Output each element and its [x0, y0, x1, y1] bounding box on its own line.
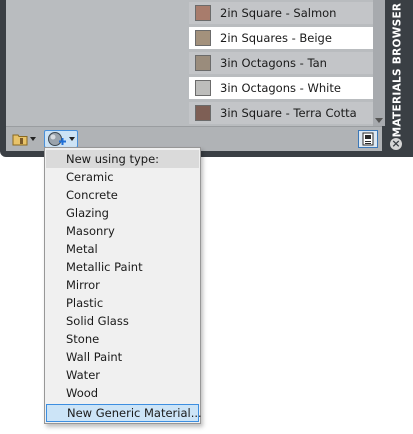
panel-view-icon	[362, 132, 374, 146]
palette-title: MATERIALS BROWSER	[391, 2, 404, 138]
create-material-button[interactable]	[44, 130, 78, 148]
create-material-dropdown-menu: New using type: Ceramic Concrete Glazing…	[44, 147, 202, 424]
menu-item-masonry[interactable]: Masonry	[46, 222, 199, 240]
palette-content: 2in Square - Salmon 2in Squares - Beige …	[6, 0, 385, 151]
chevron-down-icon[interactable]	[69, 137, 75, 141]
material-list: 2in Square - Salmon 2in Squares - Beige …	[189, 0, 373, 126]
material-label: 3in Square - Terra Cotta	[220, 106, 357, 120]
create-material-icon	[48, 132, 66, 146]
menu-item-wall-paint[interactable]: Wall Paint	[46, 348, 199, 366]
menu-item-plastic[interactable]: Plastic	[46, 294, 199, 312]
material-row[interactable]: 3in Octagons - White	[189, 77, 373, 99]
menu-item-water[interactable]: Water	[46, 366, 199, 384]
chevron-down-icon[interactable]	[30, 137, 36, 141]
menu-item-ceramic[interactable]: Ceramic	[46, 168, 199, 186]
materials-browser-palette: 2in Square - Salmon 2in Squares - Beige …	[0, 0, 413, 157]
material-row[interactable]: 3in Square - Terra Cotta	[189, 102, 373, 124]
close-icon[interactable]	[390, 138, 402, 150]
material-swatch	[195, 105, 211, 121]
material-row[interactable]: 3in Octagons - Tan	[189, 52, 373, 74]
library-folder-button[interactable]	[12, 130, 38, 148]
folder-icon	[12, 134, 28, 146]
scroll-down-arrow-icon[interactable]	[375, 118, 383, 123]
material-label: 3in Octagons - White	[220, 81, 341, 95]
view-options-button[interactable]	[358, 130, 378, 148]
menu-item-new-generic-material[interactable]: New Generic Material...	[46, 404, 202, 422]
material-label: 2in Squares - Beige	[220, 31, 332, 45]
menu-header: New using type:	[46, 150, 199, 168]
material-swatch	[195, 80, 211, 96]
menu-item-stone[interactable]: Stone	[46, 330, 199, 348]
material-swatch	[195, 30, 211, 46]
menu-item-metal[interactable]: Metal	[46, 240, 199, 258]
palette-title-bar[interactable]: MATERIALS BROWSER	[386, 0, 408, 140]
material-swatch	[195, 55, 211, 71]
menu-item-concrete[interactable]: Concrete	[46, 186, 199, 204]
material-label: 3in Octagons - Tan	[220, 56, 327, 70]
material-row[interactable]: 2in Squares - Beige	[189, 27, 373, 49]
menu-item-glazing[interactable]: Glazing	[46, 204, 199, 222]
library-tree-pane	[6, 0, 189, 126]
menu-item-wood[interactable]: Wood	[46, 384, 199, 402]
material-swatch	[195, 5, 211, 21]
material-list-scrollbar[interactable]	[373, 0, 385, 126]
menu-item-metallic-paint[interactable]: Metallic Paint	[46, 258, 199, 276]
material-label: 2in Square - Salmon	[220, 6, 337, 20]
menu-item-mirror[interactable]: Mirror	[46, 276, 199, 294]
menu-item-solid-glass[interactable]: Solid Glass	[46, 312, 199, 330]
material-row[interactable]: 2in Square - Salmon	[189, 2, 373, 24]
